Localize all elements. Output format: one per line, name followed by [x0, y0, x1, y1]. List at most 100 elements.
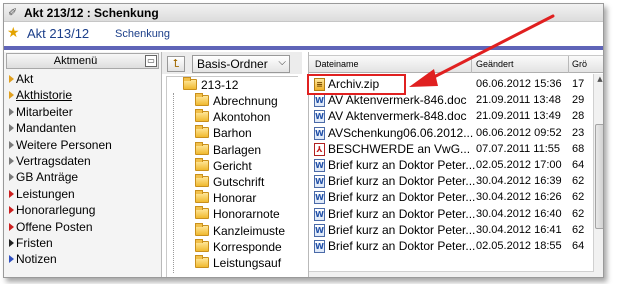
akt-number: Akt 213/12	[27, 26, 90, 41]
folder-label: Leistungsauf	[213, 256, 282, 270]
folder-tree: 213-12 Abrechnung Akontohon Barhon Barlagen G…	[166, 76, 298, 277]
akt-menu-item[interactable]: Mandanten	[6, 121, 156, 136]
akt-menu-item-label: Akt	[16, 72, 34, 86]
akt-menu-item[interactable]: Offene Posten	[6, 220, 156, 235]
folder-label: Honorarnote	[213, 207, 280, 222]
column-separator[interactable]	[568, 56, 569, 73]
folder-icon	[195, 238, 209, 252]
window-title: Akt 213/12 : Schenkung	[24, 6, 159, 20]
folder-icon	[195, 255, 209, 268]
doc-file-icon: W	[314, 240, 325, 253]
file-name: Brief kurz an Doktor Peter...	[328, 190, 476, 205]
menu-arrow-icon	[9, 140, 14, 149]
menu-arrow-icon	[9, 75, 14, 83]
folder-label: Barlagen	[213, 142, 262, 157]
folder-icon	[195, 206, 209, 220]
folder-label: 213-12	[201, 78, 239, 92]
file-modified: 02.05.2012 17:00	[476, 159, 562, 171]
akt-menu-item[interactable]: Honorarlegung	[6, 203, 156, 218]
file-modified: 30.04.2012 16:26	[476, 191, 562, 204]
file-row[interactable]: W Brief kurz an Doktor Peter... 02.05.2012…	[309, 239, 589, 255]
doc-file-icon: W	[314, 191, 325, 205]
file-size: 64	[572, 159, 585, 171]
akt-menu-item[interactable]: GB Anträge	[6, 170, 156, 185]
folder-icon	[195, 222, 209, 236]
akt-menu-item[interactable]: Fristen	[6, 236, 156, 251]
folder-label: Kanzleimuste	[213, 223, 286, 238]
title-bar[interactable]: ✐ Akt 213/12 : Schenkung	[4, 4, 603, 22]
doc-file-icon: W	[314, 126, 325, 140]
menu-arrow-icon	[9, 206, 14, 215]
file-row[interactable]: W Brief kurz an Doktor Peter... 30.04.2012…	[309, 207, 589, 223]
menu-arrow-icon	[9, 222, 14, 231]
folder-label: Akontohon	[213, 110, 271, 125]
file-row[interactable]: ⅄ BESCHWERDE an VwG... 07.07.2011 11:55 68	[309, 142, 589, 158]
akt-menu-item-label: Vertragsdaten	[16, 154, 91, 168]
folder-icon	[195, 190, 209, 204]
akt-name: Schenkung	[115, 28, 171, 40]
file-size: 68	[572, 142, 585, 155]
scrollbar-thumb[interactable]	[595, 124, 603, 229]
akt-menu-item-label: Notizen	[16, 252, 57, 267]
file-size: 62	[572, 191, 585, 204]
window-icon: ✐	[8, 6, 18, 19]
akt-menu-item[interactable]: Akt	[6, 72, 156, 87]
file-modified: 30.04.2012 16:40	[476, 207, 562, 220]
file-modified: 21.09.2011 13:48	[476, 94, 561, 107]
file-row[interactable]: W Brief kurz an Doktor Peter... 30.04.2012…	[309, 223, 589, 239]
akt-menu-item[interactable]: Notizen	[6, 252, 156, 267]
file-row[interactable]: W Brief kurz an Doktor Peter... 02.05.2012…	[309, 158, 589, 174]
chevron-down-icon: ⌵	[278, 57, 286, 68]
column-header-size[interactable]: Grö	[572, 59, 587, 69]
pin-icon[interactable]: ▭	[145, 55, 157, 67]
file-row[interactable]: W AV Aktenvermerk-848.doc 21.09.2011 13:49…	[309, 109, 589, 125]
file-modified: 21.09.2011 13:49	[476, 110, 561, 123]
header-divider	[4, 46, 603, 50]
akt-menu-item-label: Honorarlegung	[16, 203, 96, 218]
akt-menu-item[interactable]: Vertragsdaten	[6, 154, 156, 169]
file-row[interactable]: W AV Aktenvermerk-846.doc 21.09.2011 13:48…	[309, 93, 589, 109]
folder-label: Barhon	[213, 126, 252, 141]
akt-menu-item[interactable]: Weitere Personen	[6, 138, 156, 153]
menu-arrow-icon	[9, 239, 14, 247]
basis-folder-label: Basis-Ordner	[197, 57, 268, 71]
scroll-up-icon[interactable]: ▲	[595, 75, 603, 85]
column-header-modified[interactable]: Geändert	[476, 59, 514, 69]
column-separator[interactable]	[471, 56, 472, 73]
folder-icon	[183, 77, 197, 90]
akt-menu-item[interactable]: Mitarbeiter	[6, 105, 156, 120]
file-name: BESCHWERDE an VwG...	[328, 141, 471, 156]
file-name: Brief kurz an Doktor Peter...	[328, 174, 476, 189]
doc-file-icon: W	[314, 94, 325, 108]
akt-menu-header: Aktmenü ▭	[6, 53, 159, 69]
folder-label: Honorar	[213, 191, 257, 206]
akt-menu-item-label: Fristen	[16, 236, 53, 250]
tree-connector	[173, 93, 174, 273]
menu-arrow-icon	[9, 157, 14, 165]
folder-icon	[195, 174, 209, 187]
akt-menu-item-label: Akthistorie	[16, 88, 73, 103]
akt-menu-item[interactable]: Akthistorie	[6, 88, 156, 103]
pdf-file-icon: ⅄	[314, 142, 325, 156]
file-modified: 02.05.2012 18:55	[476, 240, 562, 252]
folder-tree-panel: ⮤ Basis-Ordner ⌵ 213-12 Abrechnung Akontoh…	[162, 52, 302, 277]
folder-icon	[195, 93, 209, 106]
folder-up-button[interactable]: ⮤	[167, 56, 185, 72]
file-list-scrollbar[interactable]: ▲	[593, 74, 603, 277]
file-row[interactable]: W AVSchenkung06.06.2012... 06.06.2012 09:5…	[309, 126, 589, 142]
folder-up-icon: ⮤	[172, 57, 180, 70]
file-modified: 06.06.2012 15:36	[476, 78, 562, 90]
basis-folder-dropdown[interactable]: Basis-Ordner ⌵	[192, 55, 290, 73]
folder-label: Gericht	[213, 158, 252, 173]
file-name: AV Aktenvermerk-848.doc	[328, 109, 467, 124]
column-header-filename[interactable]: Dateiname	[315, 59, 359, 69]
akt-menu-item-label: Leistungen	[16, 186, 75, 201]
folder-icon	[195, 157, 209, 171]
folder-icon	[195, 109, 209, 123]
file-list-horizontal-scrollbar[interactable]	[309, 271, 594, 277]
akt-menu-item[interactable]: Leistungen	[6, 187, 156, 202]
file-row[interactable]: W Brief kurz an Doktor Peter... 30.04.2012…	[309, 190, 589, 206]
file-name: Brief kurz an Doktor Peter...	[328, 239, 476, 253]
file-row[interactable]: W Brief kurz an Doktor Peter... 30.04.2012…	[309, 174, 589, 190]
favorite-star-icon[interactable]: ★	[7, 25, 20, 41]
